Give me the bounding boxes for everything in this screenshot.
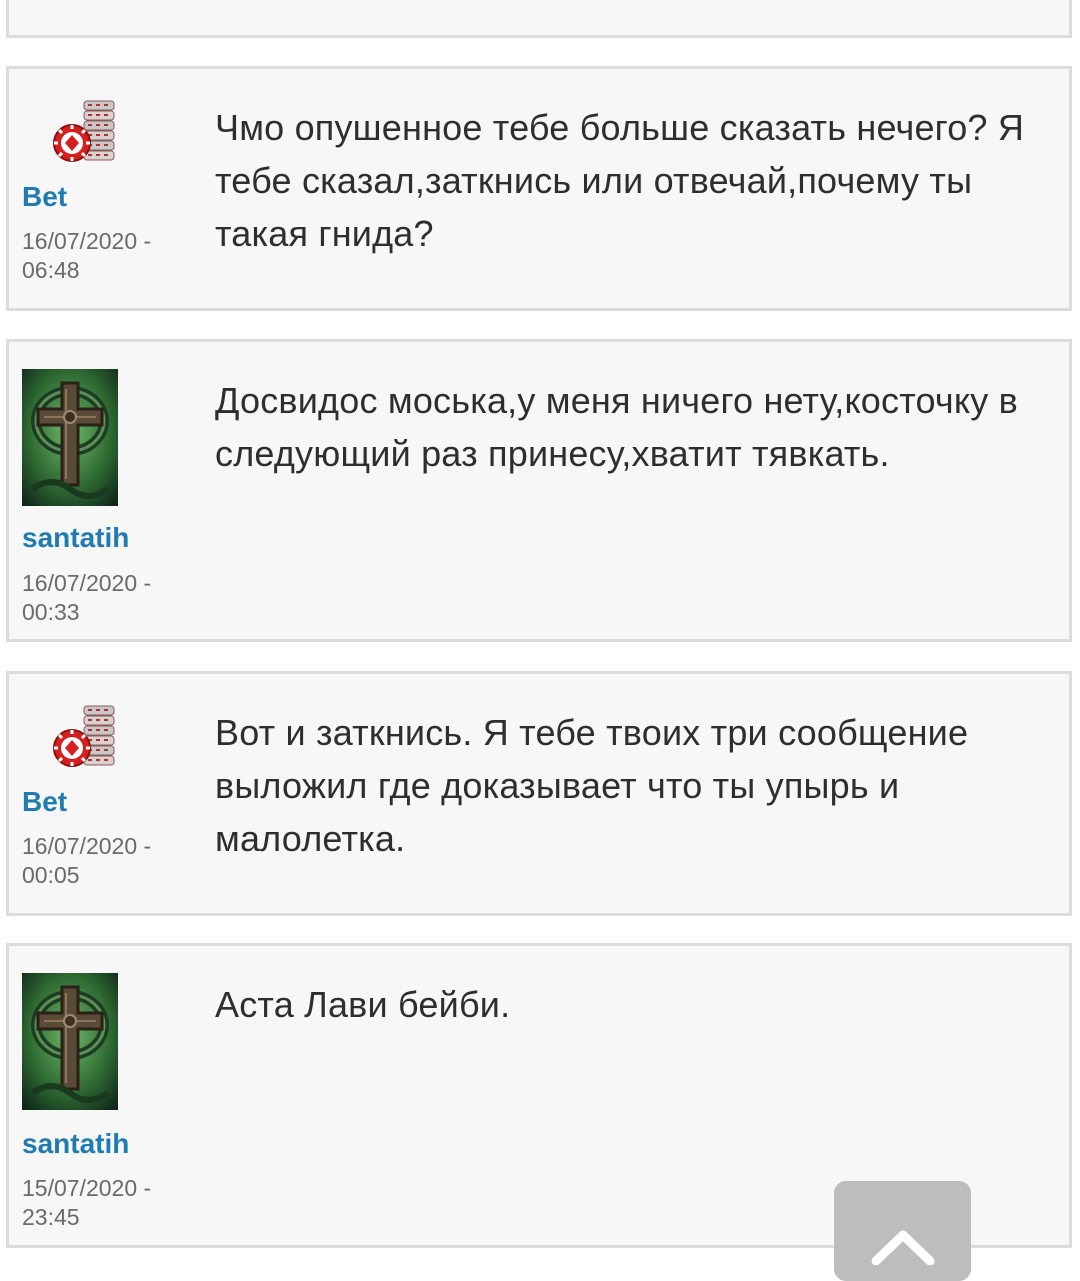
post-message: Досвидос моська,у меня ничего нету,косто… [215,380,1018,474]
post-date: 16/07/2020 - 00:05 [22,832,192,890]
username[interactable]: santatih [22,522,129,554]
post-date-line: 16/07/2020 - [22,833,152,859]
username[interactable]: Bet [22,181,67,213]
post-time-line: 06:48 [22,257,80,283]
post-date: 16/07/2020 - 00:33 [22,569,192,627]
post-date: 16/07/2020 - 06:48 [22,227,192,285]
post-card: Bet 16/07/2020 - 00:05 Вот и заткнись. Я… [6,671,1072,916]
post-date-line: 15/07/2020 - [22,1175,152,1201]
post-time-line: 23:45 [22,1204,80,1230]
post-message: Вот и заткнись. Я тебе твоих три сообщен… [215,712,969,859]
post-date-line: 16/07/2020 - [22,228,152,254]
celtic-cross-icon[interactable] [22,369,118,506]
username[interactable]: santatih [22,1128,129,1160]
poker-chips-icon[interactable] [50,702,120,772]
username[interactable]: Bet [22,786,67,818]
post-date: 15/07/2020 - 23:45 [22,1174,192,1232]
celtic-cross-icon[interactable] [22,973,118,1110]
scroll-to-top-button[interactable] [834,1181,971,1281]
post-card: santatih 16/07/2020 - 00:33 Досвидос мос… [6,339,1072,642]
post-card: Bet 16/07/2020 - 06:48 Чмо опушенное теб… [6,66,1072,311]
post-time-line: 00:05 [22,862,80,888]
post-time-line: 00:33 [22,599,80,625]
post-card-previous [6,0,1072,38]
post-date-line: 16/07/2020 - [22,570,152,596]
post-message: Аста Лави бейби. [215,984,511,1025]
post-message: Чмо опушенное тебе больше сказать нечего… [215,107,1025,254]
chevron-up-icon [871,1230,935,1265]
poker-chips-icon[interactable] [50,97,120,167]
